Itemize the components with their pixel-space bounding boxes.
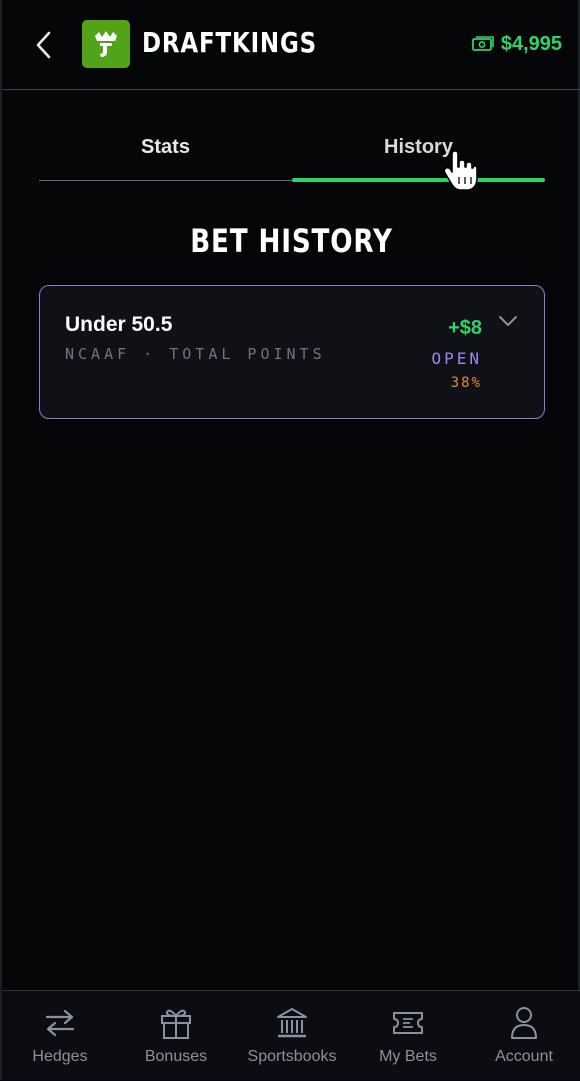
cash-icon xyxy=(471,36,494,51)
nav-item-bonuses[interactable]: Bonuses xyxy=(118,991,234,1081)
app-frame: DRAFTKINGS $4,995 Stats History BET HIST… xyxy=(0,0,580,1080)
top-bar: DRAFTKINGS $4,995 xyxy=(2,0,580,90)
active-tab-indicator xyxy=(292,178,545,182)
bottom-nav: Hedges Bonuses Sportsbooks My Bets Accou… xyxy=(2,990,580,1080)
chevron-left-icon xyxy=(36,31,51,59)
bank-icon xyxy=(277,1008,307,1038)
nav-label-account: Account xyxy=(495,1048,553,1065)
tab-history[interactable]: History xyxy=(292,120,545,182)
back-button[interactable] xyxy=(26,26,60,64)
nav-label-sportsbooks: Sportsbooks xyxy=(247,1048,337,1065)
page-title: BET HISTORY xyxy=(2,222,580,260)
user-icon xyxy=(511,1007,537,1039)
balance-display[interactable]: $4,995 xyxy=(471,30,562,58)
draftkings-logo xyxy=(82,20,130,68)
nav-item-my-bets[interactable]: My Bets xyxy=(350,991,466,1081)
nav-label-hedges: Hedges xyxy=(32,1048,88,1065)
bet-payout: +$8 xyxy=(448,317,482,339)
nav-item-sportsbooks[interactable]: Sportsbooks xyxy=(234,991,350,1081)
bet-status-badge: OPEN xyxy=(431,349,482,368)
nav-item-hedges[interactable]: Hedges xyxy=(2,991,118,1081)
nav-label-my-bets: My Bets xyxy=(379,1048,437,1065)
arrows-swap-icon xyxy=(45,1009,75,1037)
balance-amount: $4,995 xyxy=(500,32,562,55)
ticket-icon xyxy=(393,1012,423,1034)
tab-stats-label: Stats xyxy=(141,136,190,158)
chevron-down-icon[interactable] xyxy=(498,314,518,328)
nav-item-account[interactable]: Account xyxy=(466,991,580,1081)
crown-logo-icon xyxy=(95,31,117,57)
gift-icon xyxy=(161,1009,191,1039)
hand-pointer-cursor-icon xyxy=(443,150,478,191)
nav-label-bonuses: Bonuses xyxy=(144,1048,208,1065)
bet-card[interactable]: Under 50.5 NCAAF · TOTAL POINTS +$8 OPEN… xyxy=(39,285,545,419)
bet-title: Under 50.5 xyxy=(65,313,173,336)
page-title-text: BET HISTORY xyxy=(190,222,394,260)
bet-league-market: NCAAF · TOTAL POINTS xyxy=(65,345,326,363)
tab-stats[interactable]: Stats xyxy=(39,120,292,182)
bet-percent: 38% xyxy=(450,375,482,391)
brand-name: DRAFTKINGS xyxy=(142,26,317,59)
